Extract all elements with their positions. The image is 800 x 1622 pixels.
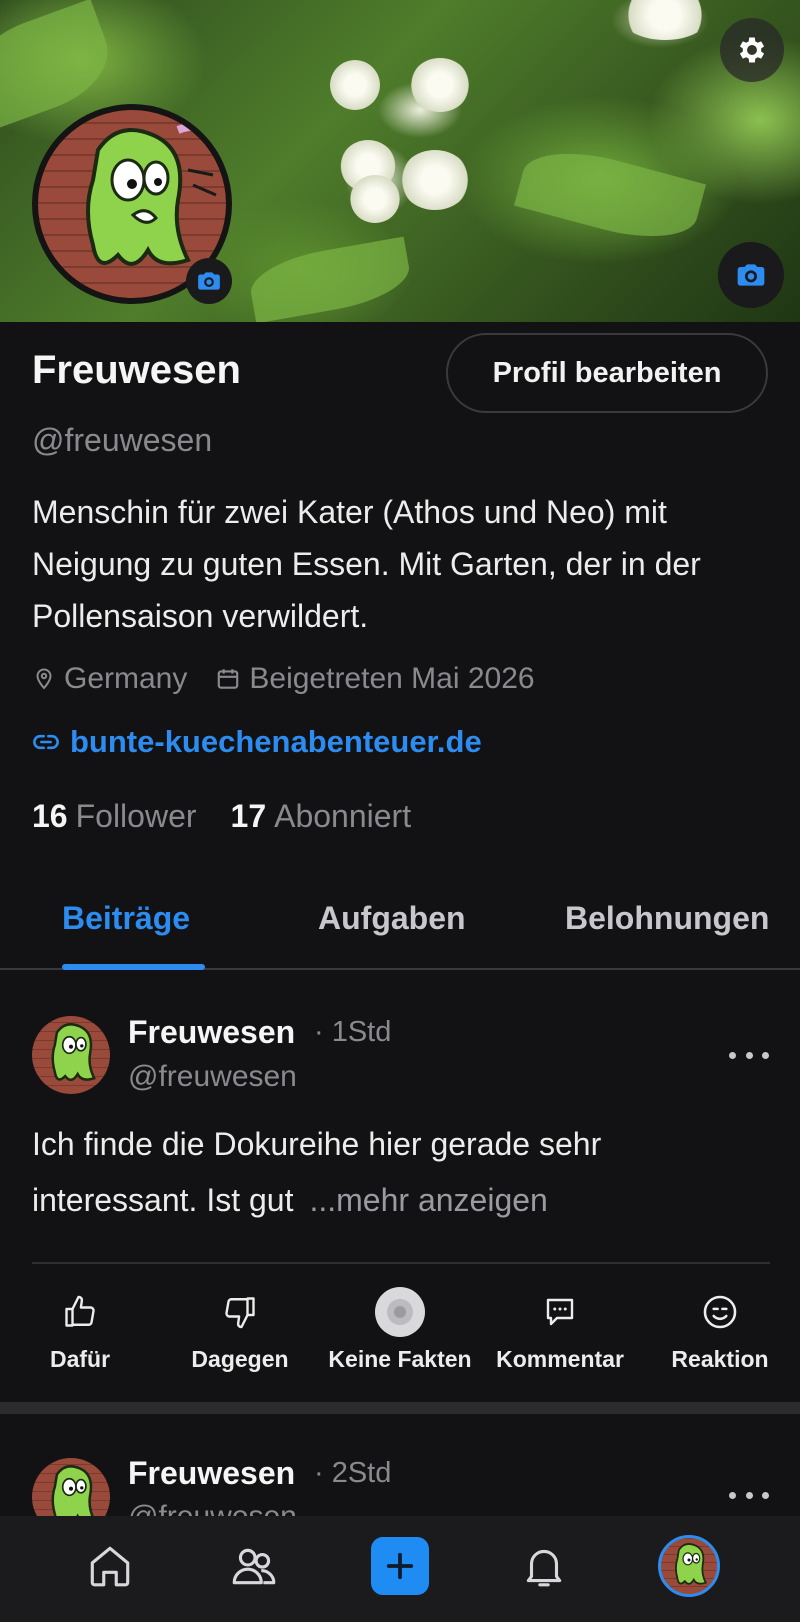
no-facts-button[interactable]: Keine Fakten: [320, 1284, 480, 1373]
more-dots-icon: [745, 1491, 753, 1499]
show-more-link[interactable]: ...mehr anzeigen: [309, 1182, 547, 1218]
following-stat[interactable]: 17 Abonniert: [231, 798, 412, 835]
more-dots-icon: [745, 1051, 753, 1059]
location-text: Germany: [64, 662, 188, 695]
flower-decoration: [350, 175, 400, 223]
upvote-button[interactable]: Dafür: [0, 1284, 160, 1373]
downvote-label: Dagegen: [191, 1346, 289, 1372]
flower-decoration: [330, 60, 380, 110]
flower-decoration: [410, 58, 470, 112]
no-facts-label: Keine Fakten: [328, 1346, 472, 1372]
gear-icon: [739, 37, 765, 63]
website-text[interactable]: bunte-kuechenabenteuer.de: [70, 724, 482, 760]
camera-icon: [737, 264, 765, 286]
nav-notifications[interactable]: [512, 1534, 576, 1598]
more-dots-icon: [762, 1491, 769, 1499]
tab-posts[interactable]: Beiträge: [62, 900, 190, 937]
more-dots-icon: [729, 1491, 736, 1499]
nav-profile[interactable]: [658, 1535, 720, 1597]
following-label: Abonniert: [274, 798, 412, 834]
followers-stat[interactable]: 16 Follower: [32, 798, 197, 835]
thumbs-down-icon: [225, 1297, 255, 1329]
post-author-name[interactable]: Freuwesen: [128, 1455, 295, 1492]
followers-count: 16: [32, 798, 68, 834]
reaction-button[interactable]: Reaktion: [640, 1284, 800, 1373]
nav-create-post[interactable]: [371, 1537, 429, 1595]
no-facts-icon: [375, 1287, 425, 1337]
following-count: 17: [230, 798, 267, 834]
change-avatar-button[interactable]: [186, 258, 232, 304]
divider: [32, 1262, 770, 1264]
nav-home[interactable]: [78, 1534, 142, 1598]
join-date: Beigetreten Mai 2026: [215, 662, 535, 696]
community-icon: [232, 1548, 276, 1585]
post-timestamp: · 2Std: [314, 1457, 392, 1489]
profile-stats: 16 Follower 17 Abonniert: [32, 798, 445, 835]
post-more-button[interactable]: [729, 1485, 769, 1505]
comment-button[interactable]: Kommentar: [480, 1284, 640, 1373]
post-text: Ich finde die Dokureihe hier gerade sehr…: [32, 1116, 772, 1228]
edit-profile-button[interactable]: Profil bearbeiten: [446, 333, 768, 413]
more-dots-icon: [729, 1051, 736, 1059]
active-tab-indicator: [62, 964, 205, 970]
bell-icon: [526, 1549, 562, 1587]
leaf-decoration: [514, 137, 706, 253]
join-date-text: Beigetreten Mai 2026: [249, 662, 535, 695]
thumbs-up-icon: [65, 1295, 95, 1327]
tab-rewards[interactable]: Belohnungen: [565, 900, 769, 937]
post-author-handle: @freuwesen: [128, 1060, 297, 1093]
camera-icon: [198, 272, 220, 290]
tab-tasks[interactable]: Aufgaben: [318, 900, 466, 937]
profile-tabs: Beiträge Aufgaben Belohnungen: [0, 880, 800, 970]
reaction-label: Reaktion: [671, 1346, 769, 1372]
home-icon: [90, 1546, 130, 1587]
post-author-avatar[interactable]: [32, 1016, 110, 1094]
calendar-icon: [218, 669, 239, 689]
flower-decoration: [620, 0, 710, 40]
settings-button[interactable]: [720, 18, 784, 82]
ghost-graffiti-image: [51, 1023, 96, 1082]
flower-decoration: [400, 150, 470, 210]
downvote-button[interactable]: Dagegen: [160, 1284, 320, 1373]
leaf-decoration: [246, 236, 414, 322]
nav-community[interactable]: [222, 1534, 286, 1598]
bottom-nav: [0, 1516, 800, 1622]
change-cover-button[interactable]: [718, 242, 784, 308]
profile-handle: @freuwesen: [32, 422, 213, 458]
smile-icon: [703, 1295, 737, 1329]
comment-icon: [546, 1298, 574, 1326]
post-actions: Dafür Dagegen Keine Fakten Kommentar Rea…: [0, 1284, 800, 1384]
post-separator: [0, 1402, 800, 1414]
plus-icon: [386, 1552, 414, 1580]
post-timestamp: · 1Std: [314, 1016, 392, 1048]
link-icon: [33, 734, 59, 750]
location: Germany: [32, 662, 187, 696]
profile-name: Freuwesen: [32, 348, 241, 392]
website-link[interactable]: bunte-kuechenabenteuer.de: [32, 724, 482, 760]
location-pin-icon: [36, 668, 52, 690]
post-more-button[interactable]: [729, 1045, 769, 1065]
upvote-label: Dafür: [49, 1346, 111, 1372]
ghost-graffiti-image: [675, 1543, 707, 1585]
profile-bio: Menschin für zwei Kater (Athos und Neo) …: [32, 494, 701, 634]
profile-meta: Germany Beigetreten Mai 2026: [32, 662, 563, 696]
followers-label: Follower: [75, 798, 197, 834]
more-dots-icon: [762, 1051, 769, 1059]
comment-label: Kommentar: [496, 1346, 624, 1372]
post-author-name[interactable]: Freuwesen: [128, 1014, 295, 1051]
